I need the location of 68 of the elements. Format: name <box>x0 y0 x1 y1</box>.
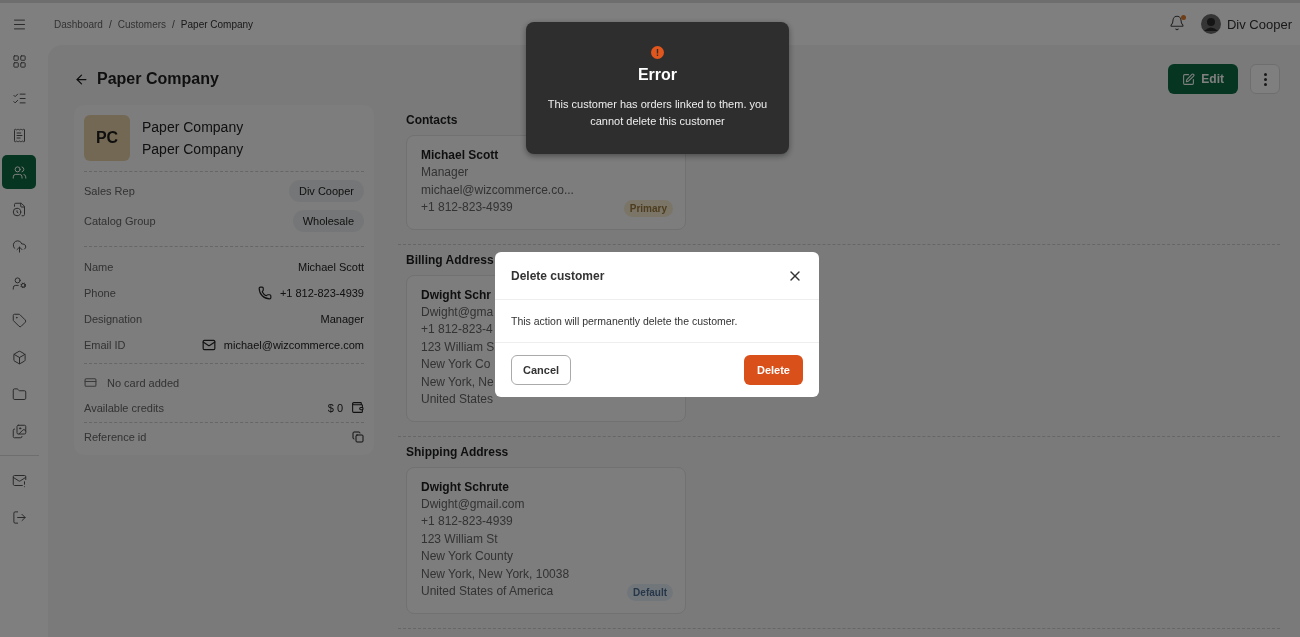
phone-icon <box>257 286 272 300</box>
page-title: Paper Company <box>97 70 219 88</box>
field-label: Available credits <box>84 401 164 414</box>
section-title: Shipping Address <box>406 444 509 459</box>
field-label: Designation <box>84 313 143 325</box>
credits-value: $ 0 <box>327 401 343 414</box>
breadcrumb-link[interactable]: Paper Company <box>180 18 254 30</box>
card-line: 123 William S <box>421 338 495 356</box>
card-line: United States of America <box>421 583 554 600</box>
field-label: Phone <box>84 287 116 299</box>
breadcrumb-link[interactable]: Customers <box>117 18 167 30</box>
pencil-icon <box>1182 72 1196 86</box>
breadcrumb-separator: / <box>108 18 112 30</box>
cancel-button[interactable]: Cancel <box>511 355 572 385</box>
card-line: New York Co <box>421 356 491 373</box>
field-label: Email ID <box>84 339 126 351</box>
field-value: Michael Scott <box>297 261 364 273</box>
no-card-text: No card added <box>107 376 180 389</box>
company-name: Paper Company <box>142 140 244 159</box>
section-title: Billing Address <box>406 252 494 267</box>
credit-card-icon <box>84 376 97 389</box>
field-label: Name <box>84 261 114 273</box>
user-name[interactable]: Div Cooper <box>1226 16 1292 32</box>
error-icon <box>651 46 664 59</box>
card-line: Manager <box>421 164 469 181</box>
delete-button[interactable]: Delete <box>743 355 803 385</box>
wallet-icon[interactable] <box>351 401 364 414</box>
field-label: Reference id <box>84 431 147 443</box>
company-initials-avatar: PC <box>84 115 130 161</box>
dialog-title: Delete customer <box>511 268 605 283</box>
breadcrumb-separator: / <box>172 18 175 30</box>
card-line: +1 812-823-4 <box>421 321 493 338</box>
toast-title: Error <box>637 66 678 84</box>
card-line: 123 William St <box>421 530 498 548</box>
section-title: Contacts <box>406 113 458 127</box>
card-line: Dwight@gma <box>421 303 494 321</box>
field-value: +1 812-823-4939 <box>279 287 364 299</box>
field-value: Manager <box>320 313 364 325</box>
card-line: +1 812-823-4939 <box>421 199 513 216</box>
tag-chip: Div Cooper <box>288 180 364 202</box>
user-avatar[interactable] <box>1200 14 1221 34</box>
toast-message: This customer has orders linked to them. you cannot delete this customer <box>546 97 769 129</box>
card-line: New York, Ne <box>421 373 494 391</box>
card-name: Dwight Schr <box>421 287 492 302</box>
card-name: Michael Scott <box>421 148 500 162</box>
edit-button[interactable]: Edit <box>1168 64 1238 94</box>
breadcrumb-link[interactable]: Dashboard <box>54 18 103 30</box>
card-line: United States <box>421 391 494 408</box>
copy-icon[interactable] <box>352 431 364 443</box>
status-badge: Default <box>627 583 673 601</box>
field-label: Sales Rep <box>84 185 135 197</box>
more-options-button[interactable] <box>1250 64 1280 94</box>
dialog-message: This action will permanently delete the customer. <box>495 300 819 343</box>
card-line: New York, New York, 10038 <box>421 565 570 583</box>
bell-icon[interactable] <box>1168 15 1187 33</box>
field-value: michael@wizcommerce.com <box>223 339 364 351</box>
field-label: Catalog Group <box>84 215 156 227</box>
card-line: New York County <box>421 548 514 565</box>
more-icon <box>1263 72 1267 86</box>
users-icon[interactable] <box>2 155 36 189</box>
card-name: Dwight Schrute <box>421 479 510 494</box>
tag-chip: Wholesale <box>292 210 364 232</box>
mail-icon <box>201 338 216 352</box>
card-line: +1 812-823-4939 <box>421 513 513 530</box>
card-line: michael@wizcommerce.co... <box>421 181 574 199</box>
company-name: Paper Company <box>142 118 244 137</box>
status-badge: Primary <box>623 199 673 217</box>
card-line: Dwight@gmail.com <box>421 495 525 513</box>
